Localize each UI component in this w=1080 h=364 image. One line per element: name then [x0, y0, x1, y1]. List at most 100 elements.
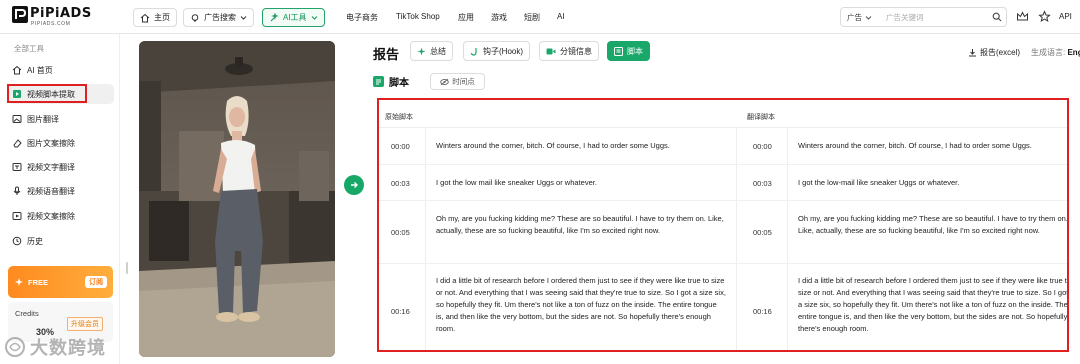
column-divider — [736, 128, 737, 350]
search-icon — [992, 12, 1002, 22]
bulb-icon — [191, 13, 199, 21]
logo-title: PiPiADS — [30, 6, 92, 21]
arrow-right-icon — [351, 182, 358, 188]
row-text-original: I did a little bit of research before I … — [436, 276, 726, 333]
logo-icon — [12, 6, 28, 23]
row-text-original: I got the low mail like sneaker Uggs or … — [436, 178, 597, 187]
tab-summary-label: 总结 — [430, 46, 446, 56]
row-time-translated: 00:00 — [753, 142, 772, 151]
script-icon — [614, 46, 623, 56]
video-player[interactable] — [139, 41, 335, 357]
search-bar: 广告 广告关键词 — [840, 7, 1007, 27]
tab-summary[interactable]: 总结 — [410, 41, 453, 61]
sidebar-item-label: 视频文案擦除 — [27, 211, 75, 221]
sidebar-item-image-erase[interactable]: 图片文案擦除 — [8, 133, 114, 153]
home-icon — [140, 13, 150, 22]
highlight-box-sidebar — [7, 84, 87, 103]
ai-tools-icon — [270, 12, 279, 21]
video-erase-icon — [12, 211, 22, 221]
row-time-translated: 00:03 — [753, 179, 772, 188]
sidebar-scrollbar[interactable] — [126, 262, 128, 274]
api-link[interactable]: API — [1059, 12, 1072, 21]
subscribe-button[interactable]: 订阅 — [85, 276, 107, 288]
search-input[interactable]: 广告关键词 — [878, 12, 988, 23]
image-icon — [12, 114, 22, 124]
script-table: 原始脚本 翻译脚本 00:00 Winters around the corne… — [377, 98, 1069, 352]
tab-script[interactable]: 脚本 — [607, 41, 650, 61]
free-label: FREE — [28, 277, 49, 287]
ai-tools-label: AI工具 — [283, 13, 307, 22]
video-text-icon — [12, 162, 22, 172]
home-icon — [12, 65, 22, 75]
language-selector[interactable]: 生成语言: Eng — [1031, 47, 1080, 58]
row-divider — [379, 263, 1067, 264]
nav-tiktok-shop[interactable]: TikTok Shop — [396, 12, 440, 21]
ad-search-dropdown[interactable]: 广告搜索 — [183, 8, 254, 27]
column-header-original: 原始脚本 — [385, 114, 413, 121]
search-button[interactable] — [988, 12, 1006, 22]
chevron-down-icon — [240, 16, 247, 20]
nav-games[interactable]: 游戏 — [491, 12, 507, 23]
tab-storyboard-label: 分镜信息 — [560, 46, 592, 56]
sidebar-item-video-text-translate[interactable]: 视频文字翻译 — [8, 157, 114, 177]
nav-apps[interactable]: 应用 — [458, 12, 474, 23]
script-section-header: 脚本 — [373, 74, 409, 89]
sidebar-item-history[interactable]: 历史 — [8, 231, 114, 251]
crown-icon[interactable] — [1016, 10, 1029, 23]
tab-storyboard[interactable]: 分镜信息 — [539, 41, 599, 61]
search-type-label: 广告 — [847, 12, 862, 22]
pipiads-logo[interactable]: PiPiADS PIPIADS.COM — [12, 6, 122, 30]
download-icon — [969, 49, 976, 57]
timestamp-label: 时间点 — [452, 77, 475, 86]
nav-ai[interactable]: AI — [557, 12, 565, 21]
home-label: 主页 — [154, 13, 170, 22]
tab-hook[interactable]: 钩子(Hook) — [463, 41, 531, 61]
sidebar-item-video-voice-translate[interactable]: 视频语音翻译 — [8, 181, 114, 201]
row-text-translated: Oh my, are you fucking kidding me? These… — [798, 214, 1068, 235]
sidebar-item-image-translate[interactable]: 图片翻译 — [8, 109, 114, 129]
eraser-icon — [12, 138, 22, 148]
ai-tools-dropdown[interactable]: AI工具 — [262, 8, 325, 27]
sidebar-item-ai-home[interactable]: AI 首页 — [8, 60, 114, 80]
sidebar-item-label: 视频文字翻译 — [27, 162, 75, 172]
eye-slash-icon — [440, 78, 450, 85]
export-label: 报告(excel) — [980, 48, 1021, 57]
row-text-original: Winters around the corner, bitch. Of cou… — [436, 141, 670, 150]
star-icon[interactable] — [1038, 10, 1051, 23]
timestamp-toggle[interactable]: 时间点 — [430, 73, 485, 90]
logo-subtitle: PIPIADS.COM — [31, 21, 71, 27]
search-type-select[interactable]: 广告 — [841, 12, 878, 23]
sidebar-item-label: 图片翻译 — [27, 114, 59, 124]
tab-hook-label: 钩子(Hook) — [483, 46, 524, 56]
chevron-down-icon — [311, 16, 317, 20]
watermark-text: 大数跨境 — [30, 338, 106, 358]
nav-short-drama[interactable]: 短剧 — [524, 12, 540, 23]
script-section-title: 脚本 — [389, 78, 409, 89]
row-text-translated: I got the low-mail like sneaker Uggs or … — [798, 178, 960, 187]
sparkle-icon — [15, 278, 23, 286]
sidebar-item-label: 视频语音翻译 — [27, 186, 75, 196]
row-time-original: 00:16 — [391, 307, 410, 316]
ad-search-label: 广告搜索 — [204, 13, 236, 22]
free-plan-card[interactable]: FREE 订阅 — [8, 266, 113, 298]
upgrade-button[interactable]: 升级会员 — [67, 317, 103, 331]
script-section-icon — [373, 76, 384, 87]
column-header-translated: 翻译脚本 — [747, 114, 775, 121]
sidebar-item-label: AI 首页 — [27, 65, 53, 75]
sidebar-section-label: 全部工具 — [14, 44, 44, 53]
export-excel-button[interactable]: 报告(excel) — [968, 47, 1020, 58]
home-button[interactable]: 主页 — [133, 8, 177, 27]
microphone-icon — [12, 186, 22, 196]
nav-ecommerce[interactable]: 电子商务 — [346, 12, 378, 23]
sidebar-item-label: 历史 — [27, 236, 43, 246]
arrow-right-button[interactable] — [344, 175, 364, 195]
watermark-logo-icon — [5, 337, 25, 357]
hook-icon — [470, 47, 477, 56]
report-title: 报告 — [373, 47, 400, 62]
row-time-translated: 00:05 — [753, 228, 772, 237]
sidebar-item-label: 图片文案擦除 — [27, 138, 75, 148]
tab-script-label: 脚本 — [627, 46, 643, 56]
credits-label: Credits — [15, 309, 39, 318]
header-divider — [379, 127, 1067, 128]
sidebar-item-video-erase[interactable]: 视频文案擦除 — [8, 206, 114, 226]
